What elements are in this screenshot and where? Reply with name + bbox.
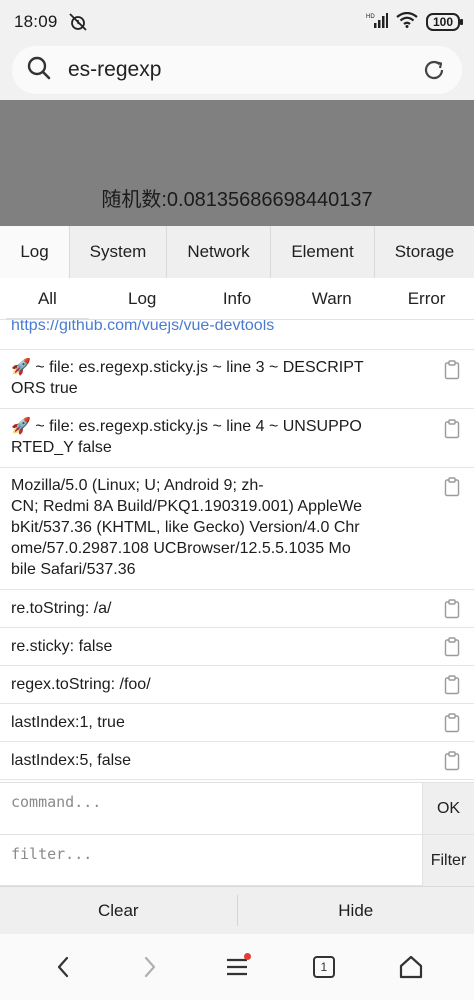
status-right: HD 100 <box>366 11 464 33</box>
menu-icon[interactable] <box>217 947 257 987</box>
subtab-info[interactable]: Info <box>190 278 285 319</box>
clipboard-icon[interactable] <box>444 360 460 380</box>
log-list: https://github.com/vuejs/vue-devtools 🚀 … <box>0 320 474 782</box>
clipboard-icon[interactable] <box>444 713 460 733</box>
subtab-log[interactable]: Log <box>95 278 190 319</box>
log-line: bKit/537.36 (KHTML, like Gecko) Version/… <box>11 519 360 536</box>
reload-icon[interactable] <box>420 56 448 84</box>
alarm-off-icon <box>68 12 88 32</box>
console-tabs: Log System Network Element Storage <box>0 226 474 278</box>
tabs-button[interactable]: 1 <box>304 947 344 987</box>
signal-icon: HD <box>366 12 388 33</box>
status-bar: 18:09 HD 100 <box>0 0 474 44</box>
filter-row: Filter <box>0 834 474 887</box>
back-icon[interactable] <box>43 947 83 987</box>
log-line: RTED_Y false <box>11 439 112 456</box>
log-line: re.sticky: false <box>11 638 113 655</box>
status-time: 18:09 <box>14 12 58 31</box>
tab-system[interactable]: System <box>70 226 167 278</box>
clipboard-icon[interactable] <box>444 751 460 771</box>
clipboard-icon[interactable] <box>444 675 460 695</box>
log-entry: lastIndex:1, true <box>0 704 474 742</box>
command-input[interactable] <box>0 783 420 835</box>
log-line: lastIndex:5, false <box>11 752 132 769</box>
clear-button[interactable]: Clear <box>0 887 237 934</box>
log-line: re.toString: /a/ <box>11 600 112 617</box>
log-entry: re.sticky: false <box>0 628 474 666</box>
hide-button[interactable]: Hide <box>238 887 474 934</box>
address-bar[interactable]: es-regexp <box>12 46 462 94</box>
log-entry: 🚀 ~ file: es.regexp.sticky.js ~ line 3 ~… <box>0 350 474 409</box>
tab-storage[interactable]: Storage <box>375 226 474 278</box>
svg-text:HD: HD <box>366 14 375 20</box>
log-entry: https://github.com/vuejs/vue-devtools <box>0 320 474 350</box>
random-number-text: 随机数:0.08135686698440137 <box>101 189 373 211</box>
clipboard-icon[interactable] <box>444 637 460 657</box>
command-row: OK <box>0 782 474 835</box>
log-line: lastIndex:1, true <box>11 714 125 731</box>
tabs-count: 1 <box>312 956 335 978</box>
log-entry: regex.toString: /foo/ <box>0 666 474 704</box>
log-line: ome/57.0.2987.108 UCBrowser/12.5.5.1035 … <box>11 540 351 557</box>
subtab-error[interactable]: Error <box>379 278 474 319</box>
browser-bottom-nav: 1 <box>0 934 474 1000</box>
log-line: bile Safari/537.36 <box>11 561 136 578</box>
console-footer: Clear Hide <box>0 886 474 934</box>
log-entry: lastIndex:5, false <box>0 742 474 780</box>
log-line: ORS true <box>11 380 78 397</box>
battery-indicator: 100 <box>425 13 464 31</box>
log-line: regex.toString: /foo/ <box>11 676 151 693</box>
log-entry: 🚀 ~ file: es.regexp.sticky.js ~ line 4 ~… <box>0 409 474 468</box>
log-entry: Mozilla/5.0 (Linux; U; Android 9; zh- CN… <box>0 468 474 590</box>
log-line: 🚀 ~ file: es.regexp.sticky.js ~ line 3 ~… <box>11 359 364 376</box>
log-line: Mozilla/5.0 (Linux; U; Android 9; zh- <box>11 477 264 494</box>
clipboard-icon[interactable] <box>444 599 460 619</box>
clipboard-icon[interactable] <box>444 477 460 497</box>
subtab-warn[interactable]: Warn <box>284 278 379 319</box>
tab-element[interactable]: Element <box>271 226 375 278</box>
log-entry: re.toString: /a/ <box>0 590 474 628</box>
tab-network[interactable]: Network <box>167 226 271 278</box>
address-query: es-regexp <box>68 58 162 81</box>
search-icon <box>26 55 52 86</box>
home-icon[interactable] <box>391 947 431 987</box>
browser-bar: es-regexp <box>0 44 474 100</box>
command-area: OK Filter <box>0 782 474 887</box>
log-filter-tabs: All Log Info Warn Error <box>0 278 474 320</box>
log-line: 🚀 ~ file: es.regexp.sticky.js ~ line 4 ~… <box>11 418 362 435</box>
subtab-all[interactable]: All <box>0 278 95 320</box>
tab-log[interactable]: Log <box>0 226 70 278</box>
clipboard-icon[interactable] <box>444 419 460 439</box>
forward-icon[interactable] <box>130 947 170 987</box>
wifi-icon <box>396 11 418 33</box>
filter-button[interactable]: Filter <box>422 835 474 887</box>
vconsole-panel: Log System Network Element Storage All L… <box>0 226 474 887</box>
filter-input[interactable] <box>0 835 420 887</box>
notification-dot <box>243 953 251 960</box>
log-line: CN; Redmi 8A Build/PKQ1.190319.001) Appl… <box>11 498 363 515</box>
log-link[interactable]: https://github.com/vuejs/vue-devtools <box>11 320 430 336</box>
ok-button[interactable]: OK <box>422 783 474 835</box>
